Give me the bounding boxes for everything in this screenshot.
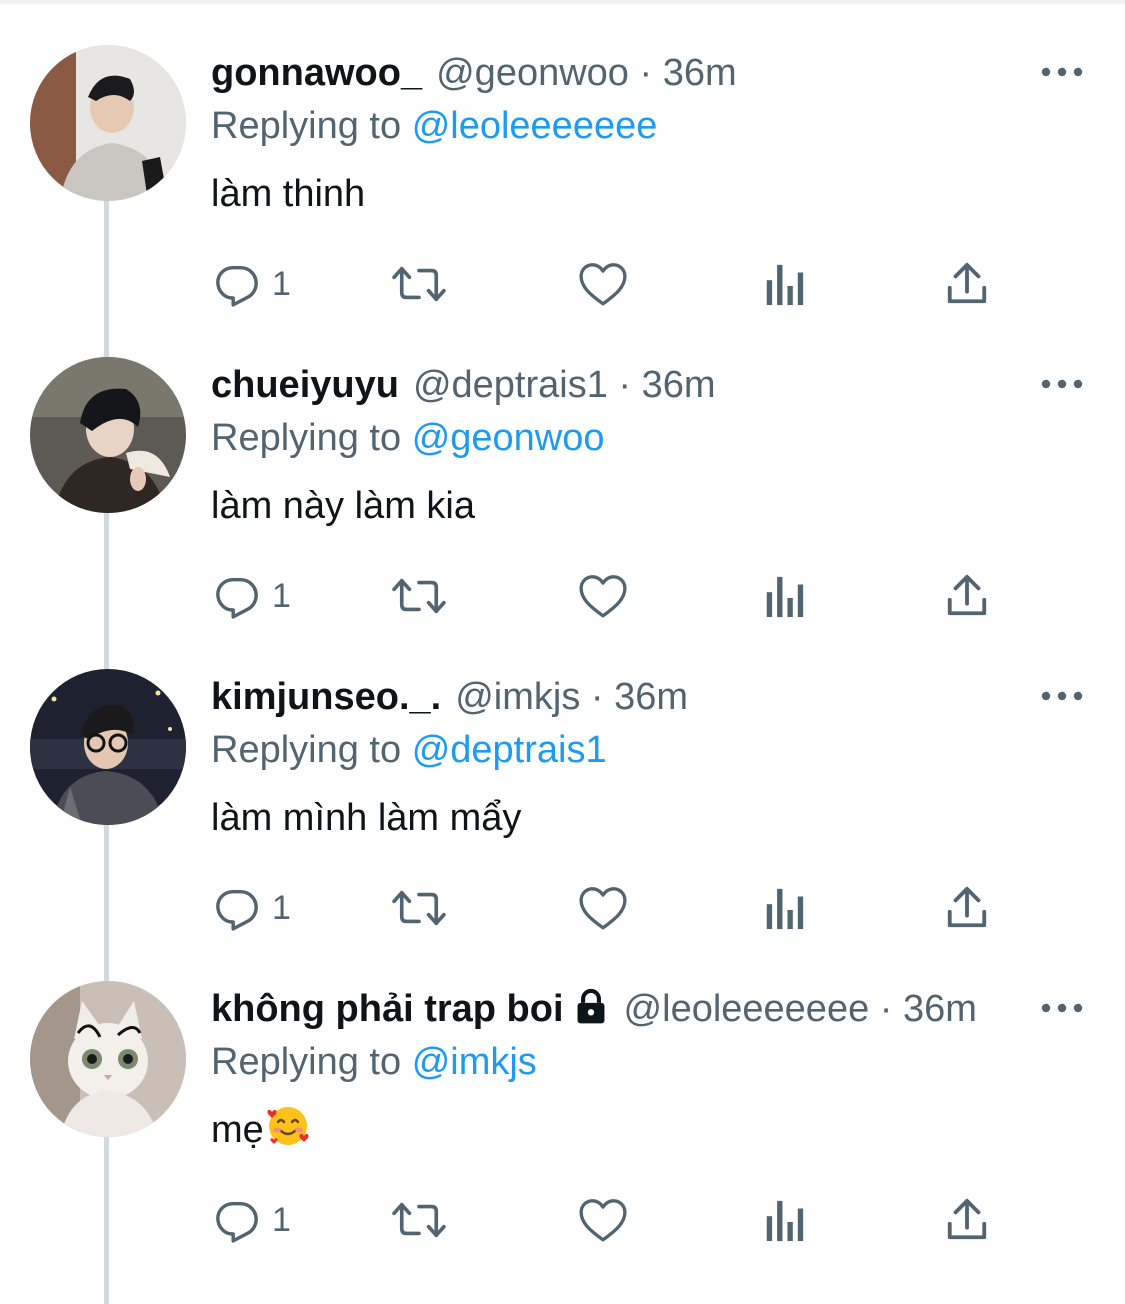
retweet-button[interactable] [390,566,448,626]
tweet-header: gonnawoo_ @geonwoo · 36m [211,48,1031,98]
user-handle[interactable]: @leoleeeeeee [624,988,870,1030]
reply-button[interactable]: 1 [214,566,291,626]
avatar[interactable] [30,357,186,513]
reply-icon [216,265,258,307]
more-icon[interactable] [1040,372,1084,396]
tweet-time[interactable]: 36m [642,364,716,406]
display-name[interactable]: chueiyuyu [211,364,399,406]
tweet[interactable]: kimjunseo._. @imkjs · 36m Replying to @de… [0,624,1125,936]
replying-to-handle[interactable]: @deptrais1 [412,729,607,771]
tweet-text: làm mình làm mẩy [211,797,522,839]
avatar[interactable] [30,669,186,825]
display-name[interactable]: gonnawoo_ [211,52,422,94]
reply-count: 1 [272,888,291,927]
tweet-header: chueiyuyu @deptrais1 · 36m [211,360,1031,410]
replying-to-handle[interactable]: @geonwoo [412,417,605,459]
views-icon [766,888,804,930]
views-button[interactable] [764,1190,804,1250]
display-name[interactable]: không phải trap boi [211,988,564,1030]
tweet-text: làm này làm kia [211,485,475,527]
avatar[interactable] [30,45,186,201]
retweet-icon [392,266,446,302]
display-name[interactable]: kimjunseo._. [211,676,441,718]
share-icon [947,886,987,928]
like-button[interactable] [578,878,628,938]
replying-to-label: Replying to [211,105,402,147]
tweet-text-container: mẹ [211,1104,310,1156]
retweet-button[interactable] [390,254,448,314]
tweet-header: không phải trap boi @leoleeeeeee · 36m [211,984,1031,1034]
replying-to-handle[interactable]: @imkjs [412,1041,537,1083]
like-button[interactable] [578,254,628,314]
reply-count: 1 [272,1200,291,1239]
more-icon[interactable] [1040,996,1084,1020]
share-icon [947,262,987,304]
user-handle[interactable]: @geonwoo [436,52,629,94]
more-icon[interactable] [1040,684,1084,708]
separator: · [879,988,893,1030]
avatar[interactable] [30,981,186,1137]
retweet-button[interactable] [390,878,448,938]
separator: · [590,676,604,718]
replying-to-line: Replying to @leoleeeeeee [211,101,657,151]
like-icon [579,575,627,618]
reply-icon [216,577,258,619]
views-icon [766,264,804,306]
tweet[interactable]: chueiyuyu @deptrais1 · 36m Replying to @g… [0,312,1125,624]
replying-to-handle[interactable]: @leoleeeeeee [412,105,658,147]
action-bar: 1 [0,254,1125,318]
tweet[interactable]: không phải trap boi @leoleeeeeee · 36m Re… [0,936,1125,1248]
replying-to-line: Replying to @geonwoo [211,413,605,463]
share-icon [947,574,987,616]
tweet-time[interactable]: 36m [614,676,688,718]
action-bar: 1 [0,566,1125,630]
views-button[interactable] [764,566,804,626]
retweet-icon [392,578,446,614]
views-icon [766,576,804,618]
more-icon[interactable] [1040,60,1084,84]
replying-to-label: Replying to [211,729,402,771]
share-icon [947,1198,987,1240]
like-icon [579,1199,627,1242]
reply-button[interactable]: 1 [214,878,291,938]
reply-count: 1 [272,264,291,303]
tweet-time[interactable]: 36m [903,988,977,1030]
reply-icon [216,1201,258,1243]
retweet-icon [392,1202,446,1238]
share-button[interactable] [945,254,989,314]
user-handle[interactable]: @deptrais1 [413,364,608,406]
tweet-text: làm thinh [211,173,366,215]
smiling-face-with-hearts-icon [267,1107,309,1145]
separator: · [618,364,632,406]
replying-to-label: Replying to [211,1041,402,1083]
action-bar: 1 [0,1190,1125,1254]
like-icon [579,263,627,306]
separator: · [639,52,653,94]
user-handle[interactable]: @imkjs [455,676,580,718]
replying-to-line: Replying to @deptrais1 [211,725,607,775]
like-icon [579,887,627,930]
views-button[interactable] [764,254,804,314]
retweet-icon [392,890,446,926]
like-button[interactable] [578,1190,628,1250]
tweet-time[interactable]: 36m [663,52,737,94]
share-button[interactable] [945,878,989,938]
reply-button[interactable]: 1 [214,1190,291,1250]
action-bar: 1 [0,878,1125,942]
tweet-header: kimjunseo._. @imkjs · 36m [211,672,1031,722]
share-button[interactable] [945,1190,989,1250]
views-button[interactable] [764,878,804,938]
retweet-button[interactable] [390,1190,448,1250]
like-button[interactable] [578,566,628,626]
lock-icon [577,988,605,1024]
reply-button[interactable]: 1 [214,254,291,314]
tweet[interactable]: gonnawoo_ @geonwoo · 36m Replying to @leo… [0,0,1125,312]
replying-to-line: Replying to @imkjs [211,1037,537,1087]
views-icon [766,1200,804,1242]
replying-to-label: Replying to [211,417,402,459]
reply-count: 1 [272,576,291,615]
reply-icon [216,889,258,931]
tweet-text: mẹ [211,1109,264,1151]
share-button[interactable] [945,566,989,626]
